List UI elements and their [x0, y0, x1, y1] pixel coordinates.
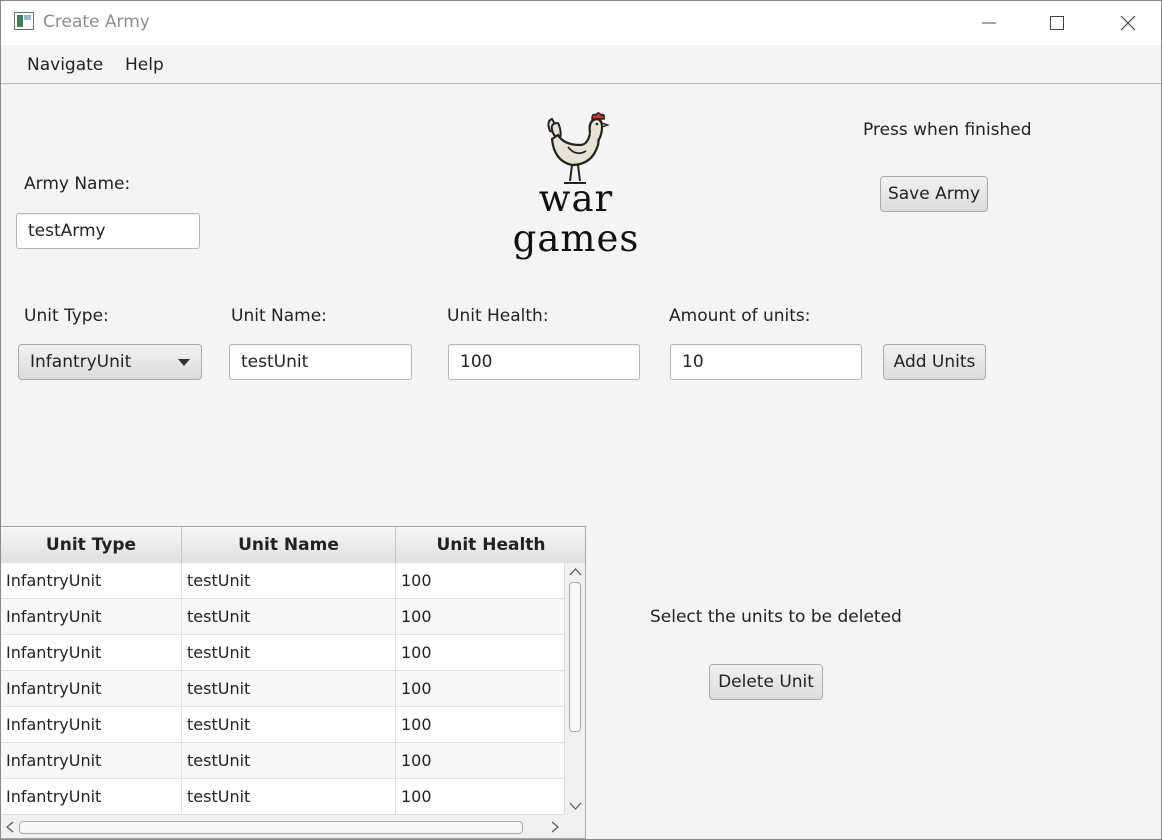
- war-games-logo: war games: [506, 111, 646, 271]
- cell-unit-health: 100: [401, 607, 432, 626]
- unit-health-input[interactable]: 100: [448, 344, 640, 380]
- delete-hint-text: Select the units to be deleted: [650, 607, 902, 627]
- unit-health-label: Unit Health:: [447, 306, 549, 326]
- cell-unit-health: 100: [401, 571, 432, 590]
- title-bar: Create Army: [1, 1, 1161, 45]
- add-units-button[interactable]: Add Units: [883, 344, 986, 380]
- table-header: Unit Type Unit Name Unit Health: [1, 527, 585, 564]
- chevron-down-icon: [178, 359, 190, 366]
- close-icon: [1120, 15, 1136, 31]
- cell-unit-type: InfantryUnit: [1, 563, 182, 599]
- amount-input[interactable]: 10: [670, 344, 862, 380]
- save-hint-text: Press when finished: [863, 120, 1032, 140]
- scroll-up-icon[interactable]: [565, 565, 586, 579]
- cell-unit-type: InfantryUnit: [1, 779, 182, 815]
- column-header-unit-health[interactable]: Unit Health: [396, 527, 585, 563]
- minimize-icon: [982, 22, 996, 24]
- units-table[interactable]: Unit Type Unit Name Unit Health Infantry…: [1, 526, 586, 839]
- unit-type-dropdown[interactable]: InfantryUnit: [18, 344, 202, 380]
- cell-unit-name: testUnit: [182, 563, 396, 599]
- cell-unit-name: testUnit: [182, 635, 396, 671]
- close-button[interactable]: [1100, 1, 1156, 45]
- logo-text-war: war: [538, 177, 614, 220]
- vertical-scroll-thumb[interactable]: [569, 582, 581, 732]
- vertical-scrollbar[interactable]: [564, 563, 586, 814]
- horizontal-scrollbar[interactable]: [1, 814, 564, 839]
- cell-unit-name: testUnit: [182, 743, 396, 779]
- save-army-button[interactable]: Save Army: [880, 176, 988, 212]
- cell-unit-health: 100: [401, 643, 432, 662]
- cell-unit-health: 100: [401, 751, 432, 770]
- cell-unit-type: InfantryUnit: [1, 671, 182, 707]
- cell-unit-name: testUnit: [182, 707, 396, 743]
- unit-type-label: Unit Type:: [24, 306, 109, 326]
- cell-unit-type: InfantryUnit: [1, 599, 182, 635]
- maximize-icon: [1050, 16, 1064, 30]
- cell-unit-health: 100: [401, 679, 432, 698]
- minimize-button[interactable]: [961, 1, 1017, 45]
- scroll-down-icon[interactable]: [565, 799, 586, 813]
- menu-bar: Navigate Help: [1, 45, 1161, 84]
- table-row[interactable]: InfantryUnit testUnit 100: [1, 743, 564, 779]
- cell-unit-type: InfantryUnit: [1, 743, 182, 779]
- create-army-window: Create Army Navigate Help Army Name: tes…: [0, 0, 1162, 840]
- unit-name-input[interactable]: testUnit: [229, 344, 412, 380]
- column-header-unit-name[interactable]: Unit Name: [182, 527, 396, 563]
- army-name-input[interactable]: testArmy: [16, 213, 200, 249]
- scroll-corner: [564, 814, 585, 838]
- maximize-button[interactable]: [1029, 1, 1085, 45]
- window-title: Create Army: [43, 12, 150, 32]
- delete-unit-button[interactable]: Delete Unit: [709, 664, 823, 700]
- table-row[interactable]: InfantryUnit testUnit 100: [1, 671, 564, 707]
- logo-text-games: games: [512, 217, 640, 260]
- army-name-label: Army Name:: [24, 174, 131, 194]
- cell-unit-type: InfantryUnit: [1, 707, 182, 743]
- table-row[interactable]: InfantryUnit testUnit 100: [1, 635, 564, 671]
- column-header-unit-type[interactable]: Unit Type: [1, 527, 182, 563]
- cell-unit-name: testUnit: [182, 599, 396, 635]
- menu-help[interactable]: Help: [125, 55, 164, 75]
- unit-name-label: Unit Name:: [231, 306, 327, 326]
- table-row[interactable]: InfantryUnit testUnit 100: [1, 563, 564, 599]
- unit-type-selected: InfantryUnit: [30, 352, 132, 372]
- table-row[interactable]: InfantryUnit testUnit 100: [1, 707, 564, 743]
- cell-unit-health: 100: [401, 787, 432, 806]
- table-row[interactable]: InfantryUnit testUnit 100: [1, 599, 564, 635]
- app-icon: [14, 12, 34, 30]
- horizontal-scroll-thumb[interactable]: [19, 821, 523, 834]
- scroll-right-icon[interactable]: [548, 815, 562, 839]
- cell-unit-type: InfantryUnit: [1, 635, 182, 671]
- menu-navigate[interactable]: Navigate: [27, 55, 103, 75]
- cell-unit-health: 100: [401, 715, 432, 734]
- scroll-left-icon[interactable]: [3, 815, 17, 839]
- amount-label: Amount of units:: [669, 306, 811, 326]
- cell-unit-name: testUnit: [182, 671, 396, 707]
- table-row[interactable]: InfantryUnit testUnit 100: [1, 779, 564, 815]
- cell-unit-name: testUnit: [182, 779, 396, 815]
